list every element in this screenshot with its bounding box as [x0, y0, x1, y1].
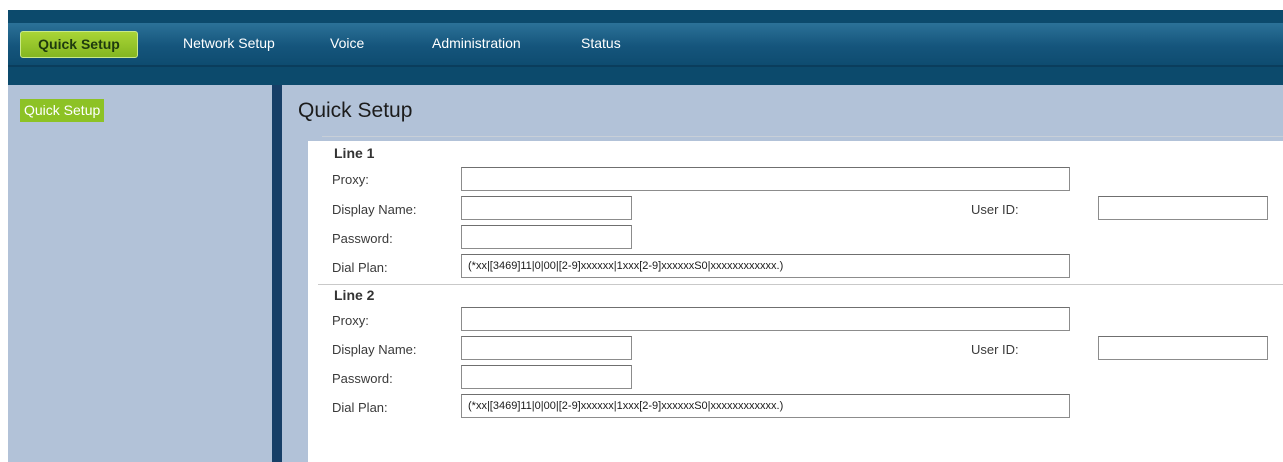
line-1-display-name-input[interactable] [461, 196, 632, 220]
nav-tab-status[interactable]: Status [581, 31, 621, 56]
line-1-password-input[interactable] [461, 225, 632, 249]
page-title: Quick Setup [298, 99, 413, 122]
line-2-display-name-label: Display Name: [332, 342, 417, 357]
line-1-dial-plan-label: Dial Plan: [332, 260, 388, 275]
line-2-dial-plan-label: Dial Plan: [332, 400, 388, 415]
line-2-dial-plan-input[interactable]: (*xx|[3469]11|0|00|[2-9]xxxxxx|1xxx[2-9]… [461, 394, 1070, 418]
line-2-user-id-input[interactable] [1098, 336, 1268, 360]
line-2-display-name-input[interactable] [461, 336, 632, 360]
line-1-dial-plan-input[interactable]: (*xx|[3469]11|0|00|[2-9]xxxxxx|1xxx[2-9]… [461, 254, 1070, 278]
line-1-proxy-input[interactable] [461, 167, 1070, 191]
line-1-heading: Line 1 [334, 145, 375, 161]
line-2-proxy-label: Proxy: [332, 313, 369, 328]
panel-top-border [322, 136, 1283, 137]
line-1-proxy-label: Proxy: [332, 172, 369, 187]
line-2-heading: Line 2 [334, 287, 375, 303]
nav-tab-voice[interactable]: Voice [330, 31, 364, 56]
line-2-password-input[interactable] [461, 365, 632, 389]
sidebar-divider [272, 85, 282, 462]
nav-tab-network-setup[interactable]: Network Setup [183, 31, 275, 56]
line-1-user-id-label: User ID: [971, 202, 1019, 217]
line-2-proxy-input[interactable] [461, 307, 1070, 331]
main-nav: Quick Setup Network Setup Voice Administ… [8, 23, 1283, 67]
line-1-display-name-label: Display Name: [332, 202, 417, 217]
nav-tab-quick-setup[interactable]: Quick Setup [20, 31, 138, 58]
line-1-user-id-input[interactable] [1098, 196, 1268, 220]
sidebar [8, 85, 272, 462]
line-2-user-id-label: User ID: [971, 342, 1019, 357]
line-2-password-label: Password: [332, 371, 393, 386]
sidebar-item-quick-setup[interactable]: Quick Setup [20, 99, 105, 122]
nav-tab-administration[interactable]: Administration [432, 31, 521, 56]
line-separator [318, 284, 1283, 285]
line-1-password-label: Password: [332, 231, 393, 246]
